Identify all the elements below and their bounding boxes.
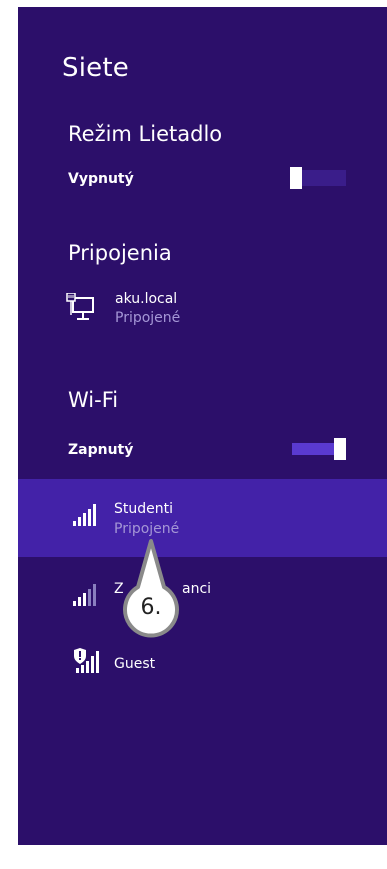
connection-status: Pripojené [115, 310, 181, 326]
network-name: Guest [114, 656, 156, 672]
networks-panel: Siete Režim Lietadlo Vypnutý Pripojenia … [18, 7, 387, 845]
connection-name: aku.local [115, 291, 178, 307]
airplane-mode-toggle[interactable] [290, 167, 346, 189]
network-name-tail: anci [182, 581, 212, 597]
toggle-thumb [334, 438, 346, 460]
connection-item-aku-local[interactable]: aku.local Pripojené [66, 291, 366, 335]
toggle-thumb [290, 167, 302, 189]
wifi-shield-signal-icon [72, 648, 102, 678]
wifi-signal-icon [72, 581, 102, 611]
panel-title: Siete [62, 53, 129, 83]
network-status: Pripojené [114, 521, 180, 537]
wifi-toggle[interactable] [290, 438, 346, 460]
wired-network-icon [66, 292, 96, 323]
step-number: 6. [140, 595, 162, 620]
airplane-mode-state-label: Vypnutý [68, 171, 134, 187]
airplane-mode-heading: Režim Lietadlo [68, 122, 223, 146]
network-name: Studenti [114, 501, 174, 517]
wifi-signal-icon [72, 501, 102, 531]
wifi-state-label: Zapnutý [68, 442, 134, 458]
wifi-network-studenti[interactable]: Studenti Pripojené [18, 479, 387, 557]
wifi-network-z-anci[interactable]: Z anci [18, 559, 387, 637]
wifi-network-guest[interactable]: Guest [18, 628, 387, 706]
step-callout: 6. [122, 539, 184, 641]
wifi-heading: Wi-Fi [68, 388, 119, 412]
connections-heading: Pripojenia [68, 241, 172, 265]
